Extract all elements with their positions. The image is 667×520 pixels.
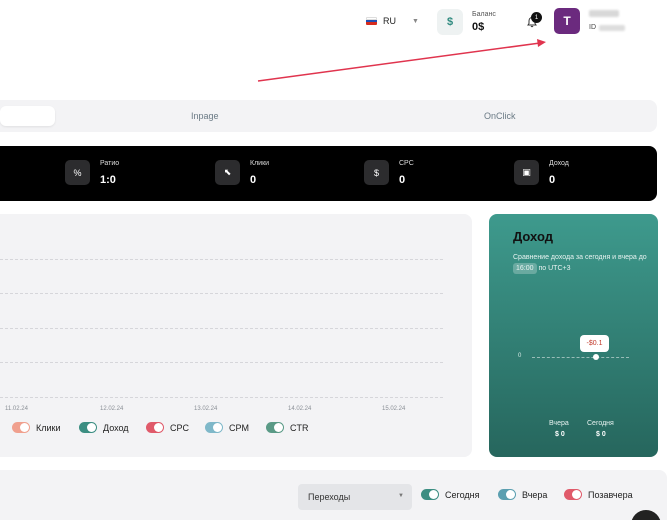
- today-value: $ 0: [596, 431, 606, 438]
- metric-select-value: Переходы: [308, 492, 351, 502]
- income-title: Доход: [513, 229, 553, 244]
- percent-icon: %: [65, 160, 90, 185]
- legend-label: Доход: [103, 422, 129, 433]
- legend-label: Сегодня: [445, 489, 480, 500]
- toggle-switch[interactable]: [205, 422, 223, 433]
- legend-label: CPC: [170, 422, 190, 433]
- legend-toggle-cpm[interactable]: CPM: [205, 422, 249, 433]
- chevron-down-icon: ▼: [398, 493, 404, 499]
- legend-label: Позавчера: [588, 489, 633, 500]
- stat-label-income: Доход: [549, 160, 569, 167]
- stat-label-ratio: Ратио: [100, 160, 120, 167]
- grid-line: [0, 328, 443, 329]
- income-axis-zero: 0: [518, 353, 522, 359]
- legend-label: Клики: [36, 422, 61, 433]
- stats-bar: [0, 146, 657, 201]
- income-baseline: [532, 357, 629, 358]
- stat-value-ratio: 1:0: [100, 174, 116, 186]
- legend-toggle-day-before[interactable]: Позавчера: [564, 489, 633, 500]
- ad-format-tabs: [0, 100, 657, 132]
- legend-toggle-ctr[interactable]: CTR: [266, 422, 309, 433]
- legend-toggle-income[interactable]: Доход: [79, 422, 129, 433]
- toggle-switch[interactable]: [12, 422, 30, 433]
- income-description: Сравнение дохода за сегодня и вчера до 1…: [513, 252, 648, 274]
- yesterday-value: $ 0: [555, 431, 565, 438]
- legend-label: Вчера: [522, 489, 548, 500]
- income-desc-suffix: по UTC+3: [538, 265, 571, 272]
- toggle-switch[interactable]: [498, 489, 516, 500]
- stat-label-clicks: Клики: [250, 160, 270, 167]
- grid-line: [0, 362, 443, 363]
- yesterday-label: Вчера: [549, 420, 569, 427]
- toggle-switch[interactable]: [146, 422, 164, 433]
- income-card: [489, 214, 658, 457]
- grid-line: [0, 293, 443, 294]
- stat-label-cpc: CPC: [399, 160, 414, 167]
- income-tooltip: -$0.1: [580, 335, 609, 352]
- x-tick-label: 13.02.24: [194, 406, 218, 412]
- x-tick-label: 12.02.24: [100, 406, 124, 412]
- stat-value-cpc: 0: [399, 174, 406, 186]
- legend-toggle-clicks[interactable]: Клики: [12, 422, 61, 433]
- toggle-switch[interactable]: [79, 422, 97, 433]
- stat-value-clicks: 0: [250, 174, 257, 186]
- time-badge: 16:00: [513, 263, 537, 274]
- tab-active[interactable]: [0, 106, 55, 126]
- stat-value-income: 0: [549, 174, 556, 186]
- tab-onclick[interactable]: OnClick: [484, 111, 516, 121]
- cursor-icon: ⬉: [215, 160, 240, 185]
- legend-toggle-yesterday[interactable]: Вчера: [498, 489, 547, 500]
- toggle-switch[interactable]: [564, 489, 582, 500]
- toggle-switch[interactable]: [421, 489, 439, 500]
- x-tick-label: 11.02.24: [5, 406, 28, 412]
- x-tick-label: 14.02.24: [288, 406, 312, 412]
- income-point[interactable]: [593, 354, 599, 360]
- legend-label: CPM: [229, 422, 249, 433]
- legend-toggle-cpc[interactable]: CPC: [146, 422, 189, 433]
- metric-select[interactable]: Переходы ▼: [298, 484, 412, 510]
- grid-line: [0, 397, 443, 398]
- toggle-switch[interactable]: [266, 422, 284, 433]
- statistics-chart-card: [0, 214, 472, 457]
- dollar-icon: $: [364, 160, 389, 185]
- legend-label: CTR: [290, 422, 309, 433]
- tab-inpage[interactable]: Inpage: [191, 111, 219, 121]
- x-tick-label: 15.02.24: [382, 406, 406, 412]
- wallet-icon: ▣: [514, 160, 539, 185]
- income-desc-prefix: Сравнение дохода за сегодня и вчера до: [513, 254, 647, 261]
- grid-line: [0, 259, 443, 260]
- today-label: Сегодня: [587, 420, 614, 427]
- legend-toggle-today[interactable]: Сегодня: [421, 489, 480, 500]
